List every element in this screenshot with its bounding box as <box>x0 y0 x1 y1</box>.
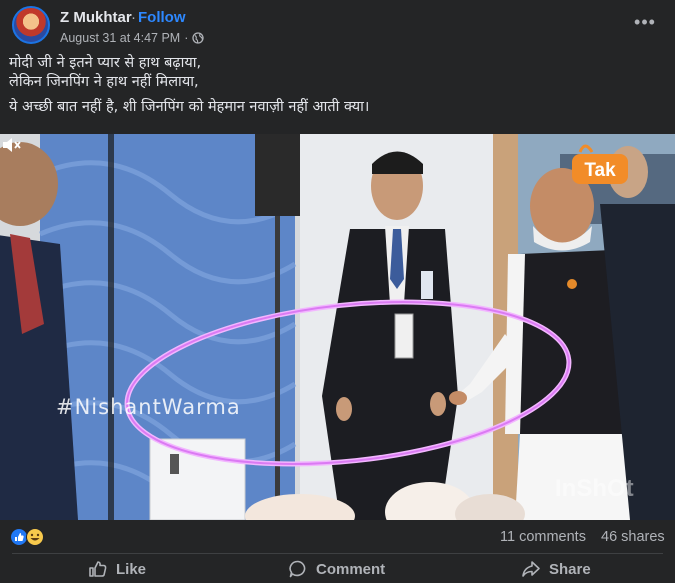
inshot-watermark: InShOt <box>555 475 634 502</box>
post-timestamp[interactable]: August 31 at 4:47 PM <box>60 31 180 45</box>
globe-icon <box>192 32 205 44</box>
nishant-watermark: #NishantWarma <box>56 395 241 419</box>
comment-icon <box>289 560 306 578</box>
caption-line: ये अच्छी बात नहीं है, शी जिनपिंग को मेहम… <box>9 99 370 115</box>
meta-dot: · <box>184 31 189 45</box>
more-options-icon[interactable]: ••• <box>630 12 660 36</box>
author-avatar[interactable] <box>12 6 50 44</box>
like-button[interactable]: Like <box>88 555 146 583</box>
action-divider <box>12 553 663 554</box>
post-video[interactable]: Tak #NishantWarma InShOt <box>0 134 675 520</box>
post-actions: Like Comment Share <box>0 555 675 583</box>
author-name[interactable]: Z Mukhtar <box>60 9 132 26</box>
like-label: Like <box>116 560 147 578</box>
share-icon <box>522 561 540 577</box>
post-stats: 11 comments 46 shares <box>0 520 675 554</box>
comments-count[interactable]: 11 comments <box>500 529 586 545</box>
tak-watermark: Tak <box>584 160 616 181</box>
post-header: Z Mukhtar · Follow August 31 at 4:47 PM … <box>0 0 675 50</box>
comment-button[interactable]: Comment <box>288 555 385 583</box>
volume-muted-icon[interactable] <box>0 134 22 156</box>
name-separator: · <box>131 9 136 26</box>
share-label: Share <box>549 560 591 578</box>
shares-count[interactable]: 46 shares <box>601 529 665 545</box>
comment-label: Comment <box>316 560 386 578</box>
post-meta: August 31 at 4:47 PM · <box>60 31 205 45</box>
facebook-post: Z Mukhtar · Follow August 31 at 4:47 PM … <box>0 0 675 583</box>
share-button[interactable]: Share <box>521 555 591 583</box>
follow-button[interactable]: Follow <box>138 9 186 26</box>
video-frame: Tak #NishantWarma InShOt <box>0 134 675 520</box>
post-caption: मोदी जी ने इतने प्यार से हाथ बढ़ाया, लेक… <box>9 54 659 117</box>
reaction-icons[interactable] <box>10 528 50 546</box>
caption-line: मोदी जी ने इतने प्यार से हाथ बढ़ाया, <box>9 55 202 71</box>
caption-line: लेकिन जिनपिंग ने हाथ नहीं मिलाया, <box>9 74 199 90</box>
like-icon <box>89 561 107 577</box>
